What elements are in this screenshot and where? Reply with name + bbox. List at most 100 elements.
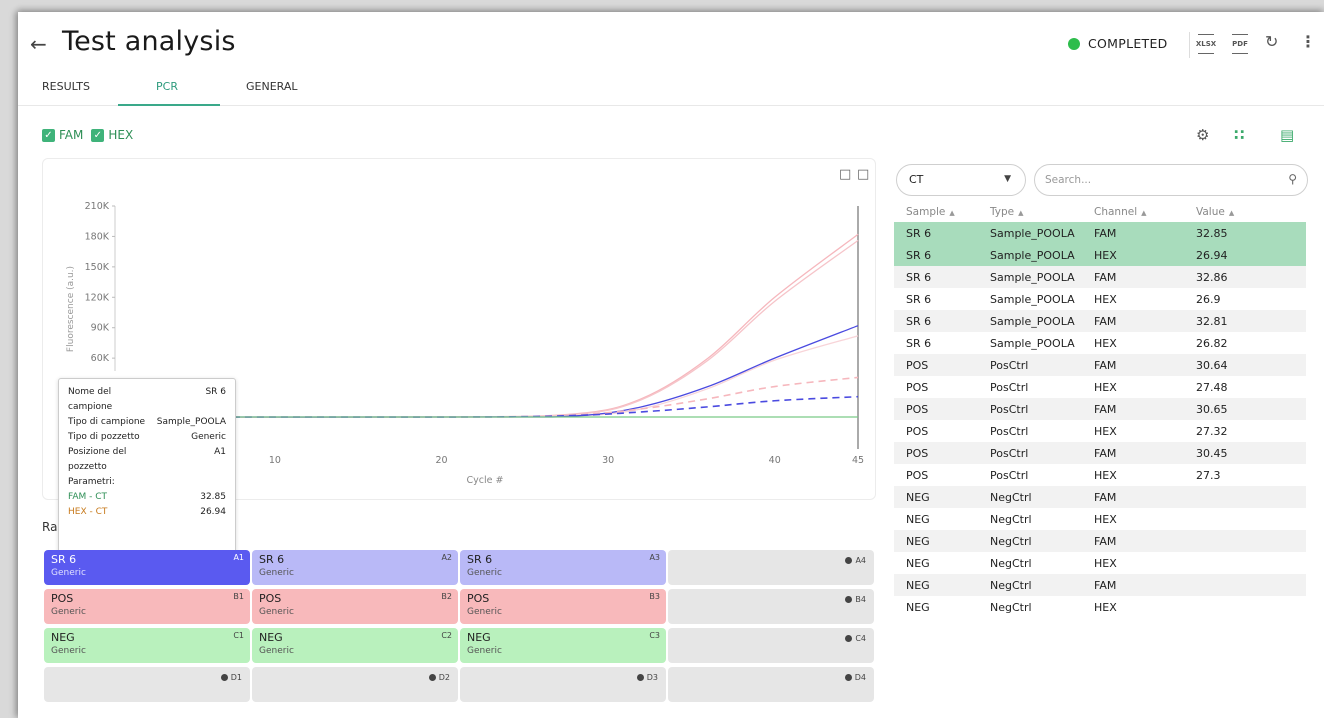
table-row[interactable]: SR 6 Sample_POOLA HEX 26.9 (894, 288, 1306, 310)
col-channel[interactable]: Channel ▲ (1094, 206, 1196, 218)
empty-well-icon (428, 674, 436, 681)
x-tick-label: 10 (269, 455, 281, 466)
sort-icon: ▲ (1018, 209, 1024, 217)
fam-checkbox[interactable]: ✓ (42, 128, 55, 142)
cell-sample: SR 6 (906, 248, 932, 262)
well-type: Generic (467, 607, 502, 617)
well-type: Generic (51, 607, 86, 617)
cell-type: Sample_POOLA (990, 270, 1075, 284)
well-b4[interactable]: B4 (668, 589, 874, 624)
well-b2[interactable]: POS Generic B2 (252, 589, 458, 624)
export-xlsx-icon[interactable]: XLSX (1196, 34, 1216, 54)
col-sample[interactable]: Sample ▲ (894, 206, 990, 218)
x-axis-label: Cycle # (467, 475, 504, 486)
tooltip-row: Tipo di campione Sample_POOLA (68, 415, 226, 430)
cell-sample: NEG (906, 534, 930, 548)
active-tab-indicator (118, 104, 220, 106)
tab-general[interactable]: GENERAL (246, 80, 298, 93)
tooltip-row: Parametri: (68, 475, 226, 490)
cell-value: 32.81 (1196, 314, 1228, 328)
tooltip-row: Posizione del pozzetto A1 (68, 445, 226, 475)
settings-gear-icon[interactable]: ⚙ (1196, 126, 1209, 144)
cell-value: 30.64 (1196, 358, 1228, 372)
table-row[interactable]: POS PosCtrl FAM 30.65 (894, 398, 1306, 420)
well-c4[interactable]: C4 (668, 628, 874, 663)
empty-well-icon (845, 557, 853, 564)
plate-grid-icon[interactable]: ∷ (1234, 126, 1244, 144)
cell-sample: SR 6 (906, 336, 932, 350)
cell-value: 32.85 (1196, 226, 1228, 240)
cell-sample: NEG (906, 512, 930, 526)
more-vert-icon[interactable]: ⋮ (1300, 32, 1316, 51)
x-tick-label: 40 (769, 455, 781, 466)
cell-type: PosCtrl (990, 358, 1029, 372)
search-box[interactable]: ⚲ (1034, 164, 1308, 196)
col-type[interactable]: Type ▲ (990, 206, 1094, 218)
search-input[interactable] (1045, 171, 1275, 189)
well-c1[interactable]: NEG Generic C1 (44, 628, 250, 663)
table-row[interactable]: POS PosCtrl HEX 27.32 (894, 420, 1306, 442)
cell-type: Sample_POOLA (990, 336, 1075, 350)
empty-well-icon (844, 674, 852, 681)
table-row[interactable]: POS PosCtrl FAM 30.64 (894, 354, 1306, 376)
cell-value: 26.94 (1196, 248, 1228, 262)
table-row[interactable]: NEG NegCtrl FAM (894, 574, 1306, 596)
tab-results[interactable]: RESULTS (42, 80, 90, 93)
cell-sample: NEG (906, 578, 930, 592)
table-row[interactable]: SR 6 Sample_POOLA FAM 32.86 (894, 266, 1306, 288)
table-row[interactable]: POS PosCtrl HEX 27.3 (894, 464, 1306, 486)
cell-sample: POS (906, 424, 929, 438)
table-row[interactable]: POS PosCtrl FAM 30.45 (894, 442, 1306, 464)
table-row[interactable]: SR 6 Sample_POOLA HEX 26.82 (894, 332, 1306, 354)
well-b1[interactable]: POS Generic B1 (44, 589, 250, 624)
well-d2[interactable]: D2 (252, 667, 458, 702)
table-row[interactable]: NEG NegCtrl FAM (894, 530, 1306, 552)
cell-channel: HEX (1094, 292, 1117, 306)
back-arrow-icon[interactable]: ← (30, 32, 47, 56)
col-value[interactable]: Value ▲ (1196, 206, 1306, 218)
cell-sample: POS (906, 468, 929, 482)
ct-select[interactable]: CT ▼ (896, 164, 1026, 196)
well-sample-name: SR 6 (467, 553, 493, 566)
well-position: C2 (441, 631, 452, 640)
well-type: Generic (467, 568, 502, 578)
table-row[interactable]: SR 6 Sample_POOLA FAM 32.81 (894, 310, 1306, 332)
status-label: COMPLETED (1088, 36, 1168, 51)
well-position: B3 (649, 592, 660, 601)
table-row[interactable]: NEG NegCtrl HEX (894, 552, 1306, 574)
cell-value: 27.48 (1196, 380, 1228, 394)
well-a3[interactable]: SR 6 Generic A3 (460, 550, 666, 585)
table-row[interactable]: NEG NegCtrl HEX (894, 508, 1306, 530)
well-a2[interactable]: SR 6 Generic A2 (252, 550, 458, 585)
search-icon[interactable]: ⚲ (1288, 172, 1297, 186)
cell-sample: SR 6 (906, 292, 932, 306)
hex-checkbox[interactable]: ✓ (91, 128, 105, 142)
table-row[interactable]: NEG NegCtrl FAM (894, 486, 1306, 508)
well-a4[interactable]: A4 (668, 550, 874, 585)
well-a1[interactable]: SR 6 Generic A1 (44, 550, 250, 585)
well-c2[interactable]: NEG Generic C2 (252, 628, 458, 663)
table-view-icon[interactable]: ▤ (1280, 126, 1294, 144)
well-type: Generic (51, 568, 86, 578)
well-c3[interactable]: NEG Generic C3 (460, 628, 666, 663)
x-tick-label: 45 (852, 455, 864, 466)
y-tick-label: 150K (85, 262, 110, 273)
table-row[interactable]: POS PosCtrl HEX 27.48 (894, 376, 1306, 398)
table-row[interactable]: NEG NegCtrl HEX (894, 596, 1306, 618)
well-d1[interactable]: D1 (44, 667, 250, 702)
tooltip-key: Tipo di campione (68, 417, 146, 427)
raw-data-label: Ra (42, 520, 58, 534)
tab-pcr[interactable]: PCR (156, 80, 178, 93)
refresh-icon[interactable]: ↻ (1265, 32, 1278, 51)
well-position: D1 (220, 673, 242, 682)
well-b3[interactable]: POS Generic B3 (460, 589, 666, 624)
page-title: Test analysis (62, 26, 236, 57)
cell-sample: SR 6 (906, 314, 932, 328)
well-d4[interactable]: D4 (668, 667, 874, 702)
tooltip-key: Parametri: (68, 477, 115, 487)
well-d3[interactable]: D3 (460, 667, 666, 702)
tooltip-key: Tipo di pozzetto (68, 432, 140, 442)
table-row[interactable]: SR 6 Sample_POOLA HEX 26.94 (894, 244, 1306, 266)
table-row[interactable]: SR 6 Sample_POOLA FAM 32.85 (894, 222, 1306, 244)
export-pdf-icon[interactable]: PDF (1232, 34, 1248, 54)
